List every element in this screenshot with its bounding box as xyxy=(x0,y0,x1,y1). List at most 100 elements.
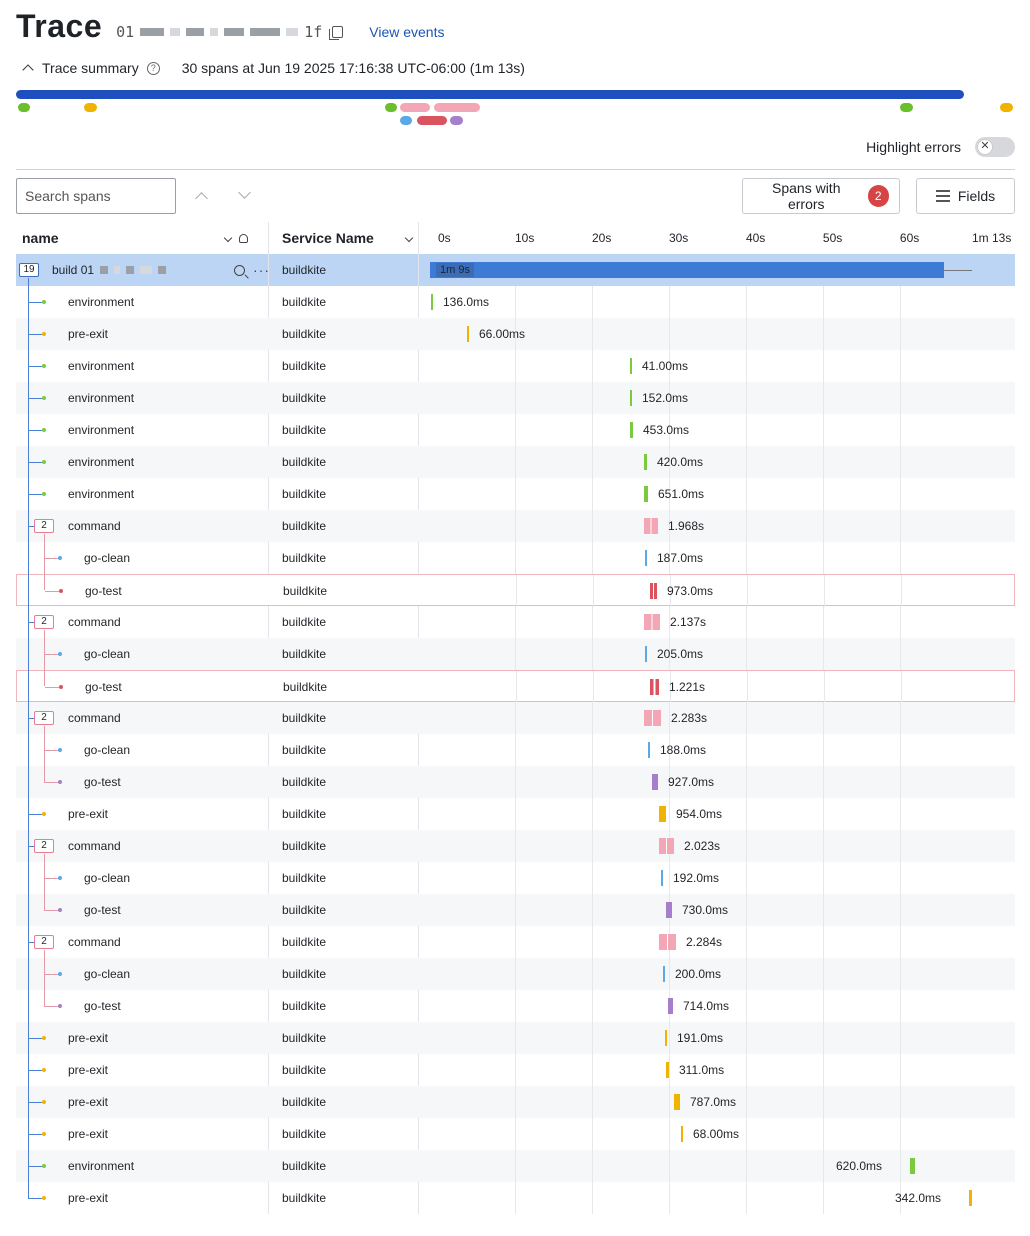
table-row[interactable]: go-test buildkite 730.0ms xyxy=(16,894,1015,926)
table-row[interactable]: environment buildkite 651.0ms xyxy=(16,478,1015,510)
table-row[interactable]: 2 command buildkite 2.023s xyxy=(16,830,1015,862)
span-bar[interactable] xyxy=(645,646,647,662)
span-bar[interactable] xyxy=(659,934,676,950)
table-row[interactable]: pre-exit buildkite 311.0ms xyxy=(16,1054,1015,1086)
span-bar[interactable] xyxy=(650,583,657,599)
child-count-badge[interactable]: 2 xyxy=(34,519,54,533)
span-bar[interactable] xyxy=(467,326,469,342)
span-bar[interactable] xyxy=(650,679,659,695)
span-bar[interactable] xyxy=(668,998,673,1014)
child-count-badge[interactable]: 2 xyxy=(34,711,54,725)
timeline-gridline xyxy=(899,478,901,510)
root-span-row[interactable]: 19 build 01 ··· buildkite 1m 9s xyxy=(16,254,1015,286)
span-bar[interactable] xyxy=(969,1190,972,1206)
chevron-up-icon[interactable] xyxy=(195,192,208,205)
table-row[interactable]: go-clean buildkite 200.0ms xyxy=(16,958,1015,990)
table-row[interactable]: environment buildkite 620.0ms xyxy=(16,1150,1015,1182)
child-count-badge[interactable]: 2 xyxy=(34,615,54,629)
table-row[interactable]: environment buildkite 41.00ms xyxy=(16,350,1015,382)
copy-icon[interactable] xyxy=(329,26,344,40)
table-row[interactable]: 2 command buildkite 1.968s xyxy=(16,510,1015,542)
span-bar[interactable] xyxy=(661,870,663,886)
help-icon[interactable]: ? xyxy=(146,61,160,75)
table-row[interactable]: 2 command buildkite 2.283s xyxy=(16,702,1015,734)
child-count-badge[interactable]: 2 xyxy=(34,935,54,949)
highlight-errors-toggle[interactable]: ✕ xyxy=(975,137,1015,157)
span-bar[interactable] xyxy=(645,550,647,566)
table-row[interactable]: environment buildkite 152.0ms xyxy=(16,382,1015,414)
timeline-gridline xyxy=(822,1022,824,1054)
span-bar[interactable] xyxy=(644,614,660,630)
span-bar[interactable] xyxy=(663,966,665,982)
table-row[interactable]: pre-exit buildkite 66.00ms xyxy=(16,318,1015,350)
table-row[interactable]: pre-exit buildkite 191.0ms xyxy=(16,1022,1015,1054)
span-bar[interactable] xyxy=(666,902,672,918)
child-count-badge[interactable]: 2 xyxy=(34,839,54,853)
span-bar[interactable] xyxy=(666,1062,669,1078)
span-bar[interactable] xyxy=(430,262,944,278)
span-bar[interactable] xyxy=(659,838,674,854)
tree-connector xyxy=(28,1070,42,1071)
timeline-gridline xyxy=(668,1086,670,1118)
span-dot xyxy=(42,1196,46,1200)
span-bar[interactable] xyxy=(644,518,658,534)
tree-connector xyxy=(28,1038,42,1039)
table-row[interactable]: go-test buildkite 927.0ms xyxy=(16,766,1015,798)
chevron-up-icon[interactable] xyxy=(22,64,34,76)
span-bar[interactable] xyxy=(674,1094,680,1110)
table-row[interactable]: environment buildkite 136.0ms xyxy=(16,286,1015,318)
table-row[interactable]: 2 command buildkite 2.137s xyxy=(16,606,1015,638)
fields-button[interactable]: Fields xyxy=(916,178,1015,214)
table-row[interactable]: pre-exit buildkite 954.0ms xyxy=(16,798,1015,830)
timeline-gridline xyxy=(591,318,593,350)
table-row[interactable]: pre-exit buildkite 342.0ms xyxy=(16,1182,1015,1214)
tree-connector xyxy=(28,1102,42,1103)
timeline-gridline xyxy=(745,350,747,382)
span-bar[interactable] xyxy=(644,486,648,502)
trace-minimap[interactable] xyxy=(16,88,1016,128)
table-row[interactable]: go-clean buildkite 188.0ms xyxy=(16,734,1015,766)
span-bar[interactable] xyxy=(648,742,650,758)
chevron-down-icon[interactable] xyxy=(404,233,414,243)
trace-summary-toggle[interactable]: Trace summary xyxy=(42,60,139,76)
zoom-in-icon[interactable] xyxy=(234,264,245,276)
table-row[interactable]: go-test buildkite 1.221s xyxy=(16,670,1015,703)
span-bar[interactable] xyxy=(630,422,633,438)
span-bar[interactable] xyxy=(665,1030,667,1046)
table-row[interactable]: go-clean buildkite 205.0ms xyxy=(16,638,1015,670)
search-input[interactable] xyxy=(16,178,176,214)
minimap-span xyxy=(84,103,97,112)
span-duration: 205.0ms xyxy=(657,647,704,661)
span-dot xyxy=(58,1004,62,1008)
spans-with-errors-button[interactable]: Spans with errors 2 xyxy=(742,178,900,214)
span-bar[interactable] xyxy=(431,294,433,310)
column-header-name[interactable]: name xyxy=(22,222,248,254)
span-bar[interactable] xyxy=(910,1158,915,1174)
table-row[interactable]: go-clean buildkite 192.0ms xyxy=(16,862,1015,894)
table-row[interactable]: environment buildkite 453.0ms xyxy=(16,414,1015,446)
span-bar[interactable] xyxy=(652,774,658,790)
chevron-down-icon[interactable] xyxy=(223,233,233,243)
view-events-link[interactable]: View events xyxy=(369,24,444,40)
root-span-name: build 01 xyxy=(52,254,167,286)
table-row[interactable]: pre-exit buildkite 787.0ms xyxy=(16,1086,1015,1118)
child-count-badge[interactable]: 19 xyxy=(19,263,39,277)
span-bar[interactable] xyxy=(681,1126,683,1142)
table-row[interactable]: environment buildkite 420.0ms xyxy=(16,446,1015,478)
column-header-service[interactable]: Service Name xyxy=(282,222,414,254)
table-row[interactable]: 2 command buildkite 2.284s xyxy=(16,926,1015,958)
table-row[interactable]: go-test buildkite 714.0ms xyxy=(16,990,1015,1022)
span-bar[interactable] xyxy=(630,358,632,374)
timeline-gridline xyxy=(592,671,594,703)
pin-icon[interactable] xyxy=(239,233,248,243)
timeline-gridline xyxy=(514,990,516,1022)
span-bar[interactable] xyxy=(644,710,661,726)
table-row[interactable]: go-test buildkite 973.0ms xyxy=(16,574,1015,607)
span-bar[interactable] xyxy=(630,390,632,406)
span-bar[interactable] xyxy=(644,454,647,470)
chevron-down-icon[interactable] xyxy=(238,186,251,199)
table-row[interactable]: pre-exit buildkite 68.00ms xyxy=(16,1118,1015,1150)
span-service: buildkite xyxy=(282,359,327,373)
span-bar[interactable] xyxy=(659,806,666,822)
table-row[interactable]: go-clean buildkite 187.0ms xyxy=(16,542,1015,574)
